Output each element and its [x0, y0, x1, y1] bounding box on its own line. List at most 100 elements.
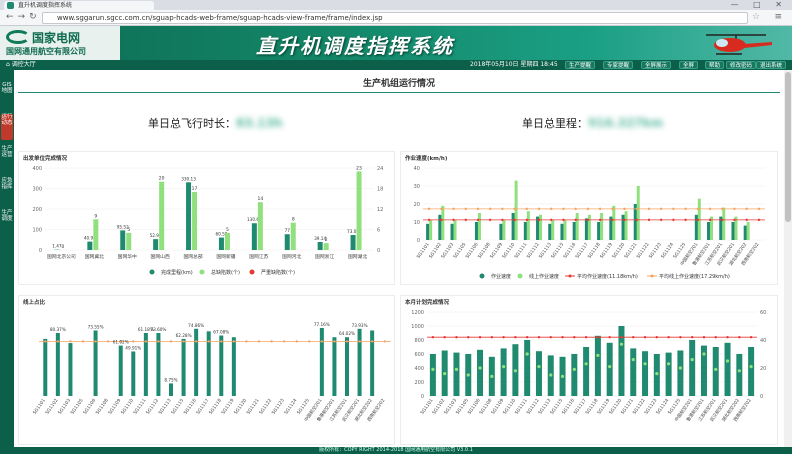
nav-buttons[interactable]: ←→↻	[6, 12, 41, 22]
avg-point	[488, 207, 492, 211]
bar-speed	[621, 214, 625, 240]
legend-label: 平均线上作业速度(17.29km/h)	[659, 273, 730, 280]
fullscreen-show-button[interactable]: 全屏展示	[641, 61, 672, 69]
point-done	[596, 353, 600, 357]
sidebar-item-2[interactable]: 生产运营	[1, 146, 13, 172]
scrollbar[interactable]	[784, 70, 792, 447]
data-label: 330.13	[181, 176, 196, 181]
avg-point	[672, 207, 675, 211]
point-done	[572, 367, 576, 371]
browser-menu-icon[interactable]: ≡	[774, 12, 782, 22]
logo-main: 国家电网	[32, 31, 81, 45]
fullscreen-button[interactable]: 全屏	[679, 61, 699, 69]
avg-point	[708, 207, 712, 211]
avg-point	[726, 336, 729, 339]
bar-online-ratio	[181, 338, 186, 396]
bar-online-ratio	[118, 345, 123, 396]
avg-point	[690, 336, 694, 339]
avg-point	[476, 207, 480, 211]
avg-point	[745, 218, 748, 222]
bar-speed	[597, 222, 601, 240]
avg-point	[513, 207, 516, 211]
avg-point	[684, 218, 687, 222]
bar-mileage	[153, 239, 159, 250]
bar-plan	[748, 347, 755, 396]
production-reminder-button[interactable]: 生产提醒	[565, 61, 596, 69]
point-done	[478, 366, 482, 370]
avg-point	[452, 218, 455, 222]
bar-online-ratio	[332, 337, 337, 396]
avg-point	[333, 340, 336, 343]
avg-point	[573, 336, 576, 339]
data-label: 1.47	[52, 244, 62, 249]
legend-dot	[568, 274, 572, 278]
chart-panel-speed: 作业速度(km/h) 0 10 20 30 40 SG1101 SG1102 SG1103 SG…	[400, 151, 778, 285]
avg-point	[537, 336, 541, 339]
avg-point	[596, 336, 600, 339]
point-done	[584, 362, 588, 366]
avg-point	[561, 336, 564, 339]
expert-reminder-button[interactable]: 专家提醒	[603, 61, 634, 69]
avg-point	[749, 336, 753, 339]
avg-point	[345, 340, 349, 343]
avg-point	[620, 336, 623, 339]
bar-plan	[642, 351, 649, 396]
data-label: 0	[62, 244, 65, 250]
bar-online-speed	[477, 213, 481, 240]
bar-online-speed	[746, 222, 750, 240]
sidebar-item-1[interactable]: 运行动态	[1, 114, 13, 140]
avg-point	[525, 207, 529, 211]
footer: 版权所有：COPY RIGHT 2014-2018 国网通用航空有限公司 V3.…	[0, 447, 792, 454]
bar-plan	[429, 354, 436, 396]
sidebar-item-4[interactable]: 生产调度	[1, 210, 13, 236]
data-label: 49.91%	[125, 345, 141, 350]
point-done	[454, 367, 459, 371]
avg-point	[684, 207, 687, 211]
point-done	[537, 365, 541, 369]
point-done	[690, 358, 694, 362]
point-done	[619, 342, 624, 346]
window-controls[interactable]: — □ ✕	[731, 0, 788, 9]
avg-point	[370, 340, 374, 343]
logout-button[interactable]: 退出系统	[756, 61, 787, 69]
avg-point	[427, 207, 431, 211]
bar-mileage	[350, 235, 356, 250]
avg-point	[501, 207, 504, 211]
bar-online-ratio	[231, 337, 236, 396]
bar-mileage	[87, 241, 93, 250]
data-label: 80.37%	[50, 327, 66, 332]
avg-point	[440, 207, 443, 211]
sidebar-item-0[interactable]: GIS地图	[1, 82, 13, 108]
data-label: 17	[192, 186, 198, 192]
bar-online-speed	[612, 205, 616, 240]
point-done	[678, 366, 682, 370]
change-password-button[interactable]: 修改密码	[726, 61, 757, 69]
point-done	[490, 374, 494, 378]
bar-online-ratio	[319, 327, 324, 396]
legend-swatch	[517, 273, 523, 279]
flight-time-value: 83.13h	[236, 116, 283, 130]
point-done	[655, 372, 659, 376]
url-input[interactable]: www.sggarun.sgcc.com.cn/sguap-hcads-web-…	[42, 12, 748, 24]
data-label: 14	[257, 196, 263, 202]
data-label: 23	[356, 165, 362, 171]
bookmark-star-icon[interactable]: ☆	[752, 12, 760, 22]
helicopter-icon	[706, 34, 772, 55]
scrollbar-thumb[interactable]	[785, 72, 791, 222]
bar-plan	[677, 350, 684, 396]
flight-time-stat: 单日总飞行时长：83.13h	[148, 115, 283, 131]
avg-point	[232, 340, 236, 343]
browser-tab[interactable]: 直升机调度指挥系统	[4, 1, 154, 10]
avg-point	[647, 207, 651, 211]
bar-plan	[665, 352, 672, 396]
point-done	[443, 372, 447, 376]
chart-title: 线上占比	[23, 300, 46, 306]
bar-online-ratio	[43, 338, 48, 396]
avg-point	[282, 340, 286, 343]
bar-online-speed	[587, 214, 591, 240]
help-button[interactable]: 帮助	[705, 61, 725, 69]
home-link[interactable]: ⌂ 调控大厅	[6, 60, 36, 70]
y-tick-label: 800	[414, 338, 424, 344]
sidebar-item-3[interactable]: 应急指挥	[1, 178, 13, 204]
avg-point	[537, 218, 541, 222]
